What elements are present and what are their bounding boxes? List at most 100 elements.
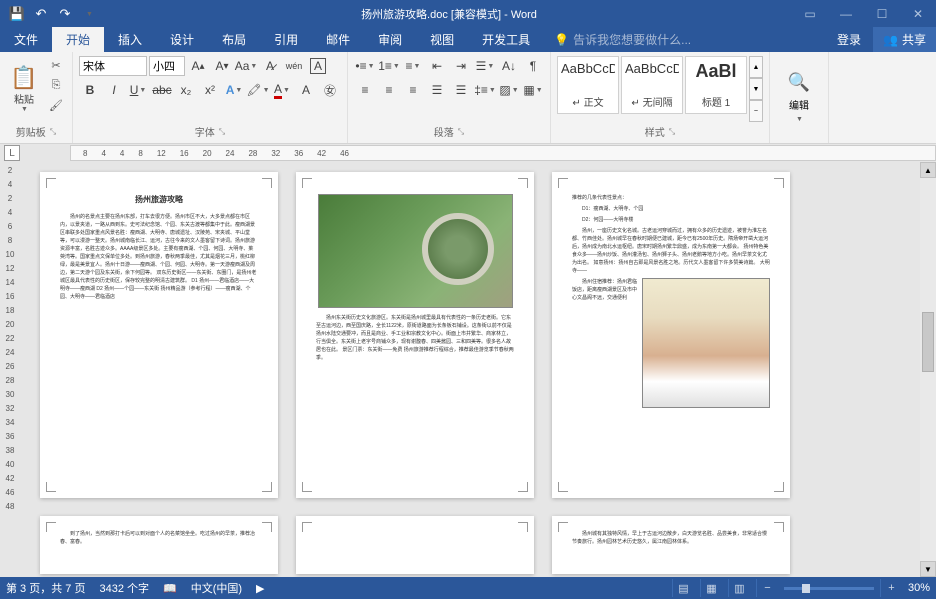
undo-icon[interactable]: ↶	[30, 3, 52, 25]
tab-file[interactable]: 文件	[0, 27, 52, 52]
multilevel-icon[interactable]: ≡▼	[402, 56, 424, 76]
font-size-select[interactable]	[149, 56, 185, 76]
align-right-icon[interactable]: ≡	[402, 80, 424, 100]
tab-design[interactable]: 设计	[156, 27, 208, 52]
maximize-icon[interactable]: ☐	[864, 0, 900, 28]
scroll-down-icon[interactable]: ▼	[920, 561, 936, 577]
find-icon[interactable]: 🔍	[788, 72, 810, 93]
zoom-level[interactable]: 30%	[908, 582, 930, 594]
font-launcher-icon[interactable]: ⤡	[219, 127, 225, 137]
page-5	[296, 516, 534, 574]
scroll-up-icon[interactable]: ▲	[920, 162, 936, 178]
page-2: 扬州东关街历史文化旅游区。东关街是扬州城里最具有代表性的一条历史老街。它东至古运…	[296, 172, 534, 498]
char-border-icon[interactable]: A	[307, 56, 329, 76]
styles-more-icon[interactable]: ⎯	[749, 100, 763, 122]
style-heading1[interactable]: AaBl 标题 1	[685, 56, 747, 114]
numbering-icon[interactable]: 1≡▼	[378, 56, 400, 76]
ribbon-display-icon[interactable]: ▭	[792, 0, 828, 28]
bold-button[interactable]: B	[79, 80, 101, 100]
tab-view[interactable]: 视图	[416, 27, 468, 52]
horizontal-ruler[interactable]: 8448121620242832364246	[70, 145, 936, 161]
copy-icon[interactable]: ⎘	[46, 76, 66, 94]
print-layout-icon[interactable]: ▦	[700, 579, 722, 597]
shading-icon[interactable]: ▨▼	[498, 80, 520, 100]
close-icon[interactable]: ✕	[900, 0, 936, 28]
superscript-icon[interactable]: x²	[199, 80, 221, 100]
strike-button[interactable]: abc	[151, 80, 173, 100]
asian-layout-icon[interactable]: ☰▼	[474, 56, 496, 76]
enclose-char-icon[interactable]: ㊛	[319, 80, 341, 100]
save-icon[interactable]: 💾	[6, 3, 28, 25]
sort-icon[interactable]: A↓	[498, 56, 520, 76]
tab-review[interactable]: 审阅	[364, 27, 416, 52]
tab-references[interactable]: 引用	[260, 27, 312, 52]
grow-font-icon[interactable]: A▴	[187, 56, 209, 76]
paste-button[interactable]: 📋 粘贴 ▼	[6, 56, 42, 122]
bullets-icon[interactable]: •≡▼	[354, 56, 376, 76]
language[interactable]: 中文(中国)	[191, 580, 242, 596]
ruler-bar: L 8448121620242832364246	[0, 144, 936, 162]
style-nospacing[interactable]: AaBbCcDd ↵ 无间隔	[621, 56, 683, 114]
scroll-thumb[interactable]	[922, 312, 934, 372]
indent-left-icon[interactable]: ⇤	[426, 56, 448, 76]
redo-icon[interactable]: ↷	[54, 3, 76, 25]
align-center-icon[interactable]: ≡	[378, 80, 400, 100]
styles-launcher-icon[interactable]: ⤡	[669, 127, 675, 137]
borders-icon[interactable]: ▦▼	[522, 80, 544, 100]
zoom-in-icon[interactable]: +	[880, 579, 902, 597]
doc-d1: D1：瘦西湖、大明寺、个园	[572, 205, 770, 213]
justify-icon[interactable]: ☰	[426, 80, 448, 100]
style-normal[interactable]: AaBbCcDd ↵ 正文	[557, 56, 619, 114]
editing-group: 🔍 编辑 ▼	[770, 52, 829, 143]
font-group: A▴ A▾ Aa▼ A̷ wén A B I U▼ abc x₂ x² A▼ 🖍…	[73, 52, 348, 143]
macro-icon[interactable]: ▶	[256, 582, 264, 595]
clear-format-icon[interactable]: A̷	[259, 56, 281, 76]
read-mode-icon[interactable]: ▤	[672, 579, 694, 597]
indent-right-icon[interactable]: ⇥	[450, 56, 472, 76]
show-marks-icon[interactable]: ¶	[522, 56, 544, 76]
tell-me-search[interactable]: 💡 告诉我您想要做什么...	[544, 27, 701, 52]
tab-selector[interactable]: L	[4, 145, 20, 161]
text-effects-icon[interactable]: A▼	[223, 80, 245, 100]
cut-icon[interactable]: ✂	[46, 56, 66, 74]
paragraph-launcher-icon[interactable]: ⤡	[458, 127, 464, 137]
format-painter-icon[interactable]: 🖌	[46, 96, 66, 114]
vertical-ruler[interactable]: 2424681012141618202224262830323436384042…	[0, 162, 20, 577]
share-button[interactable]: 👥 共享	[873, 27, 936, 52]
shrink-font-icon[interactable]: A▾	[211, 56, 233, 76]
login-button[interactable]: 登录	[825, 27, 873, 52]
page-count[interactable]: 第 3 页，共 7 页	[6, 580, 85, 596]
phonetic-guide-icon[interactable]: wén	[283, 56, 305, 76]
clipboard-launcher-icon[interactable]: ⤡	[50, 127, 56, 137]
distribute-icon[interactable]: ☰	[450, 80, 472, 100]
line-spacing-icon[interactable]: ‡≡▼	[474, 80, 496, 100]
styles-up-icon[interactable]: ▲	[749, 56, 763, 78]
minimize-icon[interactable]: —	[828, 0, 864, 28]
pages-container[interactable]: 扬州旅游攻略 扬州的名景点主要在扬州东部，打车去很方便。扬州市区不大，大多景点都…	[20, 162, 920, 577]
tab-home[interactable]: 开始	[52, 27, 104, 52]
char-shading-icon[interactable]: A	[295, 80, 317, 100]
word-count[interactable]: 3432 个字	[99, 580, 149, 596]
proofing-icon[interactable]: 📖	[163, 582, 177, 595]
font-name-select[interactable]	[79, 56, 147, 76]
font-color-icon[interactable]: A▼	[271, 80, 293, 100]
quick-access-toolbar: 💾 ↶ ↷ ▼	[0, 3, 106, 25]
window-controls: ▭ — ☐ ✕	[792, 0, 936, 28]
vertical-scrollbar[interactable]: ▲ ▼	[920, 162, 936, 577]
zoom-out-icon[interactable]: −	[756, 579, 778, 597]
tab-insert[interactable]: 插入	[104, 27, 156, 52]
tab-layout[interactable]: 布局	[208, 27, 260, 52]
highlight-icon[interactable]: 🖍▼	[247, 80, 269, 100]
subscript-icon[interactable]: x₂	[175, 80, 197, 100]
align-left-icon[interactable]: ≡	[354, 80, 376, 100]
styles-down-icon[interactable]: ▼	[749, 78, 763, 100]
change-case-icon[interactable]: Aa▼	[235, 56, 257, 76]
underline-button[interactable]: U▼	[127, 80, 149, 100]
italic-button[interactable]: I	[103, 80, 125, 100]
zoom-slider[interactable]	[784, 587, 874, 590]
tab-developer[interactable]: 开发工具	[468, 27, 544, 52]
tab-mailings[interactable]: 邮件	[312, 27, 364, 52]
web-layout-icon[interactable]: ▥	[728, 579, 750, 597]
qat-dropdown-icon[interactable]: ▼	[78, 3, 100, 25]
doc-body: 扬州，一座历史文化名城。古老运河穿城而过，拥有众多的历史遗迹，被誉为淮左名都、竹…	[572, 227, 770, 275]
